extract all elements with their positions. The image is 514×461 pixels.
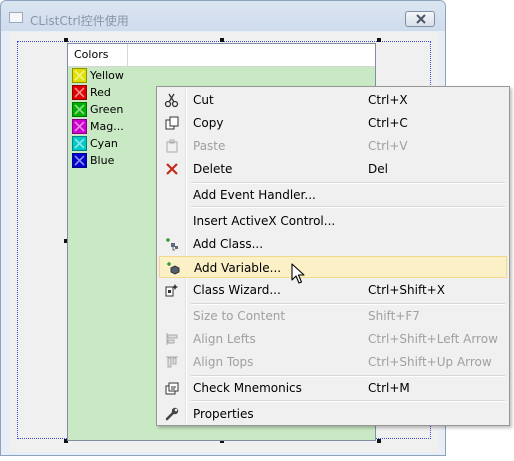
menu-item-shortcut: Ctrl+Shift+Left Arrow (368, 332, 498, 346)
color-swatch-icon (72, 85, 87, 100)
check-mnemonics-icon (165, 382, 179, 395)
menu-item-label: Add Class... (193, 237, 264, 251)
menu-item-size-to-content[interactable]: Size to Content Shift+F7 (159, 305, 507, 327)
add-variable-icon (167, 262, 180, 275)
resize-handle[interactable] (377, 439, 381, 443)
list-item-label: Green (90, 103, 124, 116)
menu-item-label: Add Variable... (194, 261, 282, 275)
list-item-label: Blue (90, 154, 115, 167)
menu-item-shortcut: Del (368, 162, 388, 176)
align-tops-icon (166, 356, 178, 368)
resize-handle[interactable] (220, 38, 224, 42)
color-swatch-icon (72, 153, 87, 168)
window-icon (9, 12, 23, 23)
list-header: Colors (68, 44, 375, 67)
column-header-colors[interactable]: Colors (68, 44, 128, 66)
menu-item-check-mnemonics[interactable]: Check Mnemonics Ctrl+M (159, 377, 507, 399)
color-swatch-icon (72, 102, 87, 117)
window-title: CListCtrl控件使用 (30, 14, 129, 28)
menu-item-properties[interactable]: Properties (159, 403, 507, 425)
paste-icon (166, 139, 178, 153)
resize-handle[interactable] (64, 38, 68, 42)
add-class-icon (166, 238, 178, 251)
color-swatch-icon (72, 136, 87, 151)
menu-item-shortcut: Ctrl+Shift+Up Arrow (368, 355, 492, 369)
menu-item-insert-activex-control[interactable]: Insert ActiveX Control... (159, 210, 507, 232)
menu-item-delete[interactable]: Delete Del (159, 158, 507, 180)
menu-item-add-variable[interactable]: Add Variable... (159, 256, 507, 278)
menu-item-paste[interactable]: Paste Ctrl+V (159, 135, 507, 157)
menu-item-add-event-handler[interactable]: Add Event Handler... (159, 184, 507, 206)
scissors-icon (164, 93, 179, 108)
menu-item-label: Properties (193, 407, 254, 421)
menu-item-add-class[interactable]: Add Class... (159, 233, 507, 255)
align-lefts-icon (166, 333, 178, 345)
menu-separator (191, 400, 505, 402)
menu-item-label: Delete (193, 162, 233, 176)
menu-item-label: Size to Content (193, 309, 286, 323)
color-swatch-icon (72, 68, 87, 83)
color-swatch-icon (72, 119, 87, 134)
list-item-label: Yellow (90, 69, 124, 82)
list-item-label: Red (90, 86, 111, 99)
list-item-label: Cyan (90, 137, 118, 150)
menu-item-shortcut: Ctrl+C (368, 116, 408, 130)
menu-separator (191, 206, 505, 208)
resize-handle[interactable] (377, 38, 381, 42)
delete-x-icon (166, 163, 178, 175)
menu-item-copy[interactable]: Copy Ctrl+C (159, 112, 507, 134)
menu-item-class-wizard[interactable]: Class Wizard... Ctrl+Shift+X (159, 279, 507, 301)
close-icon (416, 14, 426, 24)
menu-item-shortcut: Shift+F7 (368, 309, 420, 323)
menu-item-label: Align Tops (193, 355, 254, 369)
wrench-icon (165, 407, 179, 421)
menu-item-label: Add Event Handler... (193, 188, 316, 202)
list-item-label: Mag... (90, 120, 124, 133)
menu-item-label: Align Lefts (193, 332, 256, 346)
menu-item-label: Paste (193, 139, 226, 153)
copy-icon (165, 116, 179, 130)
menu-item-align-tops[interactable]: Align Tops Ctrl+Shift+Up Arrow (159, 351, 507, 373)
menu-item-shortcut: Ctrl+M (368, 381, 410, 395)
menu-item-shortcut: Ctrl+X (368, 93, 408, 107)
class-wizard-icon (165, 284, 178, 297)
menu-item-label: Copy (193, 116, 224, 130)
menu-item-cut[interactable]: Cut Ctrl+X (159, 89, 507, 111)
menu-item-label: Check Mnemonics (193, 381, 302, 395)
menu-item-align-lefts[interactable]: Align Lefts Ctrl+Shift+Left Arrow (159, 328, 507, 350)
menu-item-label: Insert ActiveX Control... (193, 214, 336, 228)
menu-item-label: Cut (193, 93, 214, 107)
context-menu: Cut Ctrl+X Copy Ctrl+C Paste Ctrl+V Delete Del A… (156, 86, 510, 426)
close-button[interactable] (405, 11, 435, 27)
menu-item-label: Class Wizard... (193, 283, 281, 297)
mouse-cursor-icon (291, 263, 305, 284)
menu-item-shortcut: Ctrl+V (368, 139, 408, 153)
menu-item-shortcut: Ctrl+Shift+X (368, 283, 445, 297)
title-bar[interactable]: CListCtrl控件使用 (1, 1, 445, 31)
